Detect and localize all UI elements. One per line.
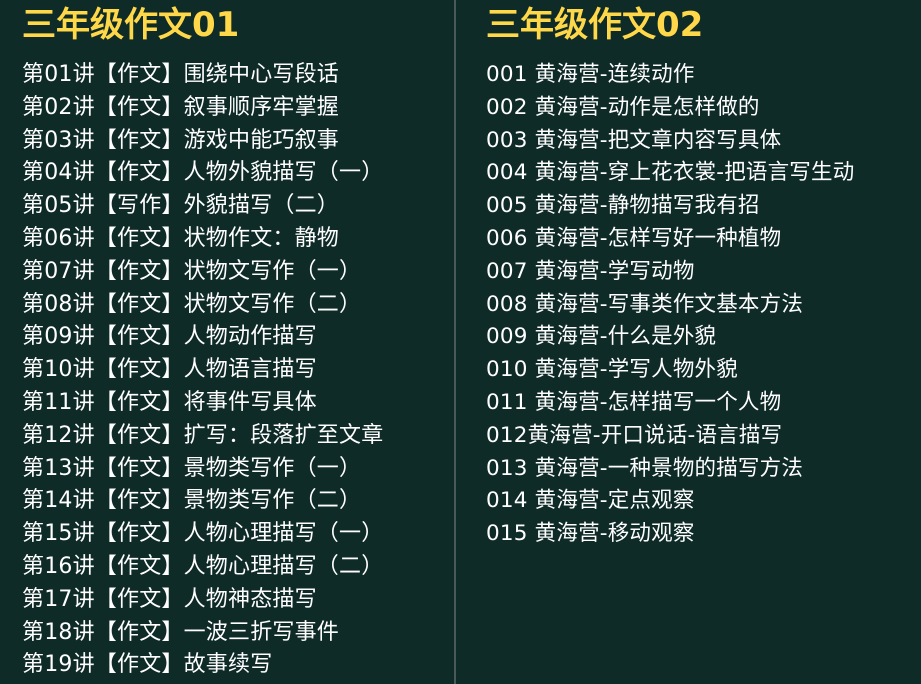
list-item[interactable]: 015 黄海营-移动观察 xyxy=(486,518,921,551)
right-lesson-list: 001 黄海营-连续动作 002 黄海营-动作是怎样做的 003 黄海营-把文章… xyxy=(486,59,921,551)
list-item[interactable]: 第18讲【作文】一波三折写事件 xyxy=(22,617,454,650)
list-item[interactable]: 第03讲【作文】游戏中能巧叙事 xyxy=(22,125,454,158)
list-item[interactable]: 第01讲【作文】围绕中心写段话 xyxy=(22,59,454,92)
right-panel: 三年级作文02 001 黄海营-连续动作 002 黄海营-动作是怎样做的 003… xyxy=(462,0,921,684)
list-item[interactable]: 第10讲【作文】人物语言描写 xyxy=(22,354,454,387)
list-item[interactable]: 第04讲【作文】人物外貌描写（一） xyxy=(22,157,454,190)
list-item[interactable]: 第19讲【作文】故事续写 xyxy=(22,649,454,682)
list-item[interactable]: 007 黄海营-学写动物 xyxy=(486,256,921,289)
list-item[interactable]: 005 黄海营-静物描写我有招 xyxy=(486,190,921,223)
list-item[interactable]: 第15讲【作文】人物心理描写（一） xyxy=(22,518,454,551)
list-item[interactable]: 第16讲【作文】人物心理描写（二） xyxy=(22,551,454,584)
list-item[interactable]: 001 黄海营-连续动作 xyxy=(486,59,921,92)
left-panel-title: 三年级作文01 xyxy=(22,5,240,45)
list-item[interactable]: 013 黄海营-一种景物的描写方法 xyxy=(486,453,921,486)
list-item[interactable]: 第05讲【写作】外貌描写（二） xyxy=(22,190,454,223)
list-item[interactable]: 009 黄海营-什么是外貌 xyxy=(486,321,921,354)
list-item[interactable]: 014 黄海营-定点观察 xyxy=(486,485,921,518)
list-item[interactable]: 010 黄海营-学写人物外貌 xyxy=(486,354,921,387)
list-item[interactable]: 第13讲【作文】景物类写作（一） xyxy=(22,453,454,486)
left-lesson-list: 第01讲【作文】围绕中心写段话 第02讲【作文】叙事顺序牢掌握 第03讲【作文】… xyxy=(22,59,454,682)
list-item[interactable]: 第11讲【作文】将事件写具体 xyxy=(22,387,454,420)
list-item[interactable]: 第14讲【作文】景物类写作（二） xyxy=(22,485,454,518)
list-item[interactable]: 002 黄海营-动作是怎样做的 xyxy=(486,92,921,125)
left-panel: 三年级作文01 第01讲【作文】围绕中心写段话 第02讲【作文】叙事顺序牢掌握 … xyxy=(0,0,456,684)
list-item[interactable]: 011 黄海营-怎样描写一个人物 xyxy=(486,387,921,420)
list-item[interactable]: 第17讲【作文】人物神态描写 xyxy=(22,584,454,617)
list-item[interactable]: 第02讲【作文】叙事顺序牢掌握 xyxy=(22,92,454,125)
list-item[interactable]: 006 黄海营-怎样写好一种植物 xyxy=(486,223,921,256)
list-item[interactable]: 第09讲【作文】人物动作描写 xyxy=(22,321,454,354)
list-item[interactable]: 008 黄海营-写事类作文基本方法 xyxy=(486,289,921,322)
list-item[interactable]: 第07讲【作文】状物文写作（一） xyxy=(22,256,454,289)
right-panel-title: 三年级作文02 xyxy=(486,5,704,45)
list-item[interactable]: 003 黄海营-把文章内容写具体 xyxy=(486,125,921,158)
list-item[interactable]: 第06讲【作文】状物作文：静物 xyxy=(22,223,454,256)
list-item[interactable]: 第12讲【作文】扩写：段落扩至文章 xyxy=(22,420,454,453)
list-item[interactable]: 004 黄海营-穿上花衣裳-把语言写生动 xyxy=(486,157,921,190)
list-item[interactable]: 第08讲【作文】状物文写作（二） xyxy=(22,289,454,322)
list-item[interactable]: 012黄海营-开口说话-语言描写 xyxy=(486,420,921,453)
